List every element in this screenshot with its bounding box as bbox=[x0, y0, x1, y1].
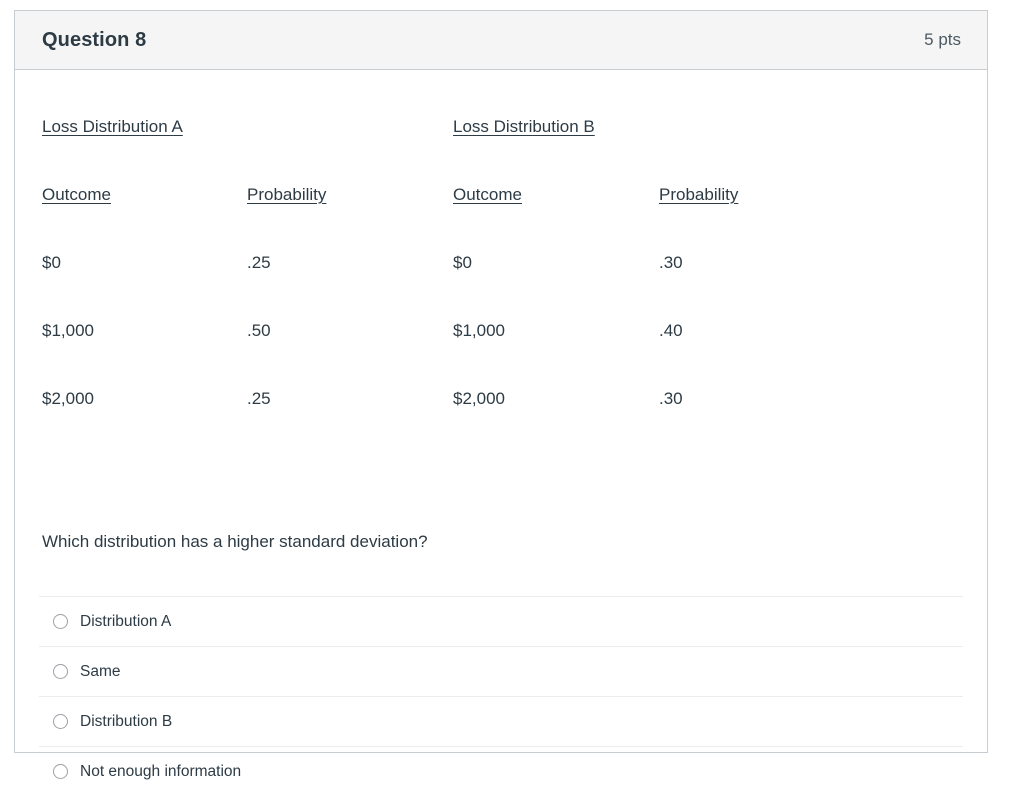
column-header-b-probability: Probability bbox=[659, 185, 739, 204]
answer-label-2: Same bbox=[80, 662, 121, 680]
distribution-titles-row: Loss Distribution A Loss Distribution B bbox=[42, 118, 962, 186]
radio-button-icon[interactable] bbox=[53, 664, 68, 679]
table-row: $1,000 .50 $1,000 .40 bbox=[42, 322, 962, 390]
answer-label-4: Not enough information bbox=[80, 762, 242, 780]
answer-option-4[interactable]: Not enough information bbox=[39, 746, 963, 796]
cell-a-outcome-1: $0 bbox=[42, 253, 61, 272]
column-header-a-probability: Probability bbox=[247, 185, 327, 204]
radio-button-icon[interactable] bbox=[53, 714, 68, 729]
cell-b-outcome-3: $2,000 bbox=[453, 389, 505, 408]
question-card: Question 8 5 pts Loss Distribution A Los… bbox=[14, 10, 988, 780]
cell-a-probability-2: .50 bbox=[247, 321, 271, 340]
answer-option-3[interactable]: Distribution B bbox=[39, 696, 963, 746]
distribution-b-title: Loss Distribution B bbox=[453, 117, 595, 136]
cell-b-outcome-1: $0 bbox=[453, 253, 472, 272]
cell-a-outcome-3: $2,000 bbox=[42, 389, 94, 408]
cell-a-outcome-2: $1,000 bbox=[42, 321, 94, 340]
answer-option-1[interactable]: Distribution A bbox=[39, 596, 963, 646]
answer-options: Distribution A Same Distribution B Not e… bbox=[39, 596, 963, 796]
page-title: Question 8 bbox=[42, 28, 147, 51]
cell-a-probability-1: .25 bbox=[247, 253, 271, 272]
column-headers-row: Outcome Probability Outcome Probability bbox=[42, 186, 962, 254]
answer-label-1: Distribution A bbox=[80, 612, 172, 630]
question-points: 5 pts bbox=[924, 30, 961, 49]
table-row: $0 .25 $0 .30 bbox=[42, 254, 962, 322]
cell-b-probability-1: .30 bbox=[659, 253, 683, 272]
distributions-table: Loss Distribution A Loss Distribution B … bbox=[42, 118, 962, 458]
distribution-a-title: Loss Distribution A bbox=[42, 117, 183, 136]
table-row: $2,000 .25 $2,000 .30 bbox=[42, 390, 962, 458]
answer-option-2[interactable]: Same bbox=[39, 646, 963, 696]
radio-button-icon[interactable] bbox=[53, 614, 68, 629]
cell-b-probability-2: .40 bbox=[659, 321, 683, 340]
answer-label-3: Distribution B bbox=[80, 712, 173, 730]
cell-b-outcome-2: $1,000 bbox=[453, 321, 505, 340]
cell-a-probability-3: .25 bbox=[247, 389, 271, 408]
cell-b-probability-3: .30 bbox=[659, 389, 683, 408]
column-header-a-outcome: Outcome bbox=[42, 185, 111, 204]
question-header: Question 8 5 pts bbox=[15, 11, 987, 70]
column-header-b-outcome: Outcome bbox=[453, 185, 522, 204]
question-body: Loss Distribution A Loss Distribution B … bbox=[15, 70, 987, 780]
question-prompt: Which distribution has a higher standard… bbox=[42, 532, 428, 551]
